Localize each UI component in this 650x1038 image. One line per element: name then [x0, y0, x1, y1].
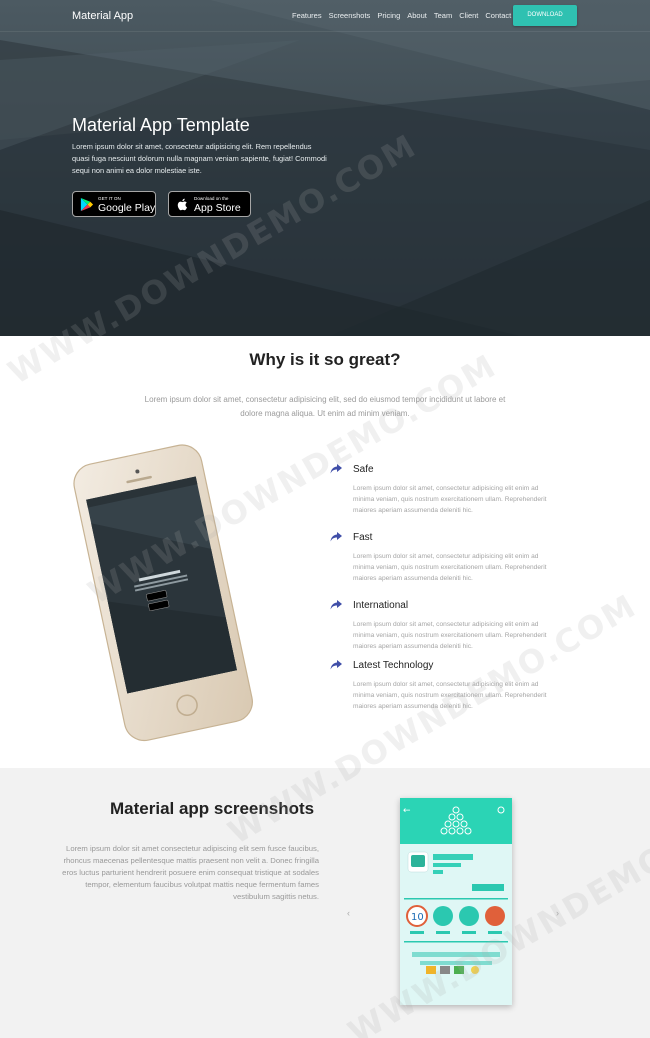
carousel-next-icon[interactable]: › — [556, 908, 559, 918]
google-play-small-label: GET IT ON — [98, 196, 121, 201]
app-store-small-label: Download on the — [194, 196, 229, 201]
feature-text: Lorem ipsum dolor sit amet, consectetur … — [353, 553, 547, 583]
share-arrow-icon — [330, 660, 342, 670]
apple-icon — [177, 198, 187, 211]
feature-text: Lorem ipsum dolor sit amet, consectetur … — [353, 681, 547, 711]
feature-title: Safe — [353, 464, 374, 475]
main-nav: Features Screenshots Pricing About Team … — [292, 11, 511, 20]
google-play-button[interactable]: GET IT ON Google Play — [72, 191, 156, 217]
nav-features[interactable]: Features — [292, 11, 322, 20]
feature-title: International — [353, 600, 409, 611]
app-screenshot-image: ← 10 — [400, 798, 512, 1005]
nav-screenshots[interactable]: Screenshots — [329, 11, 371, 20]
phone-mockup-image — [73, 444, 253, 742]
feature-text: Lorem ipsum dolor sit amet, consectetur … — [353, 485, 547, 515]
svg-text:←: ← — [403, 806, 411, 816]
nav-pricing[interactable]: Pricing — [377, 11, 400, 20]
feature-text: Lorem ipsum dolor sit amet, consectetur … — [353, 621, 547, 651]
nav-team[interactable]: Team — [434, 11, 452, 20]
play-triangle-icon — [80, 197, 94, 212]
hero-description: Lorem ipsum dolor sit amet, consectetur … — [72, 142, 327, 176]
app-store-big-label: App Store — [194, 202, 241, 214]
why-subtitle: Lorem ipsum dolor sit amet, consectetur … — [144, 395, 506, 418]
share-arrow-icon — [330, 600, 342, 610]
navbar: Material App Features Screenshots Pricin… — [0, 0, 650, 32]
hero-title: Material App Template — [72, 115, 250, 135]
nav-about[interactable]: About — [407, 11, 427, 20]
screenshots-section: Material app screenshots Lorem ipsum dol… — [0, 768, 650, 1038]
feature-title: Latest Technology — [353, 660, 434, 671]
app-store-button[interactable]: Download on the App Store — [168, 191, 251, 217]
app-screenshot-drawing: ← 10 — [400, 798, 512, 974]
brand-logo[interactable]: Material App — [72, 10, 133, 22]
google-play-big-label: Google Play — [98, 202, 156, 214]
why-title: Why is it so great? — [249, 350, 401, 369]
share-arrow-icon — [330, 532, 342, 542]
hero-section: Material App Features Screenshots Pricin… — [0, 0, 650, 336]
feature-title: Fast — [353, 532, 373, 543]
download-button[interactable]: DOWNLOAD — [513, 5, 577, 26]
screenshots-title: Material app screenshots — [110, 799, 315, 818]
svg-text:10: 10 — [411, 912, 424, 923]
nav-client[interactable]: Client — [459, 11, 478, 20]
nav-contact[interactable]: Contact — [485, 11, 511, 20]
carousel-prev-icon[interactable]: ‹ — [347, 908, 350, 918]
share-arrow-icon — [330, 464, 342, 474]
screenshots-description: Lorem ipsum dolor sit amet consectetur a… — [62, 844, 319, 901]
